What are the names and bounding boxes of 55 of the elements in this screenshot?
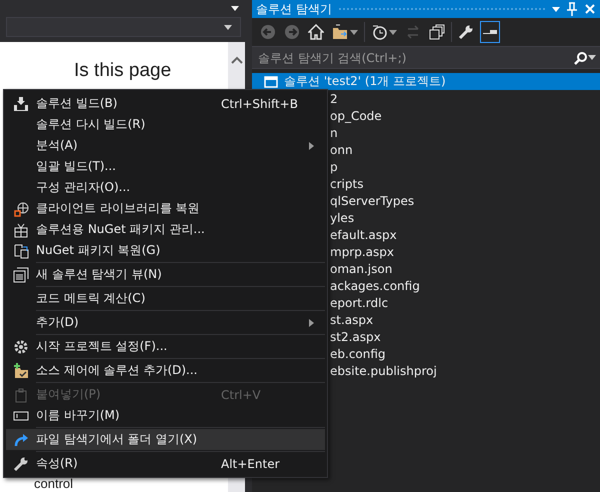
search-icon (574, 50, 588, 64)
globe-icon (13, 200, 29, 216)
toolbar-button[interactable] (306, 21, 326, 43)
menu-item[interactable]: 이름 바꾸기(M) (6, 405, 325, 426)
preview-icon (483, 30, 497, 34)
page-heading: Is this page (73, 59, 172, 82)
menu-item[interactable]: 분석(A) (6, 135, 325, 156)
wrench-icon (13, 456, 29, 472)
window-icon (13, 266, 29, 282)
forward-icon (284, 24, 300, 40)
menu-item[interactable]: 파일 탐색기에서 폴더 열기(X) (6, 429, 325, 450)
gear-icon (13, 338, 29, 354)
caret-icon (350, 30, 358, 34)
tree-item[interactable]: 솔루션 'test2' (1개 프로젝트) (252, 73, 600, 90)
back-icon (260, 24, 276, 40)
caret-icon (231, 6, 239, 10)
chevron-up-icon (230, 56, 242, 64)
panel-title: 솔루션 탐색기 (256, 0, 332, 18)
restore-icon (13, 242, 29, 258)
clock-icon (371, 24, 387, 40)
menu-item[interactable]: 속성(R) Alt+Enter (6, 453, 325, 474)
menu-item[interactable]: 구성 관리자(O)... (6, 177, 325, 198)
body-text: control (33, 476, 74, 491)
menu-item[interactable]: 시작 프로젝트 설정(F)... (6, 336, 325, 357)
solution-icon (264, 76, 278, 88)
build-icon (13, 96, 29, 112)
close-icon (584, 3, 596, 15)
sync-arrows-icon (405, 24, 421, 40)
collapse-icon (429, 24, 445, 40)
folder-sync-icon (332, 24, 348, 40)
menu-item[interactable]: NuGet 패키지 복원(G) (6, 240, 325, 261)
caret-icon (389, 30, 397, 34)
menu-item[interactable]: 클라이언트 라이브러리를 복원 (6, 198, 325, 219)
folder-plus-icon (13, 362, 29, 378)
redo-arrow-icon (13, 432, 29, 448)
caret-icon (588, 55, 596, 60)
search-input[interactable]: 솔루션 탐색기 검색(Ctrl+;) (256, 50, 574, 66)
wrench-icon (458, 24, 474, 40)
menu-item[interactable]: 새 솔루션 탐색기 뷰(N) (6, 264, 325, 285)
menu-item[interactable]: 솔루션 다시 빌드(R) (6, 114, 325, 135)
menu-item[interactable]: 일괄 빌드(T)... (6, 156, 325, 177)
clipboard-icon (13, 386, 29, 402)
menu-item[interactable]: 소스 제어에 솔루션 추가(D)... (6, 360, 325, 381)
package-icon (13, 222, 29, 238)
home-icon (308, 24, 324, 40)
menu-item[interactable]: 솔루션 빌드(B) Ctrl+Shift+B (6, 93, 325, 114)
toolbar-button[interactable] (480, 21, 500, 43)
menu-item[interactable]: 추가(D) (6, 312, 325, 333)
menu-item[interactable]: 코드 메트릭 계산(C) (6, 288, 325, 309)
dropdown-field[interactable] (6, 17, 241, 37)
caret-icon (224, 24, 232, 30)
search-field[interactable]: 솔루션 탐색기 검색(Ctrl+;) (252, 46, 600, 69)
menu-item[interactable]: 솔루션용 NuGet 패키지 관리... (6, 219, 325, 240)
pin-icon (566, 2, 578, 16)
caret-icon (552, 6, 560, 12)
